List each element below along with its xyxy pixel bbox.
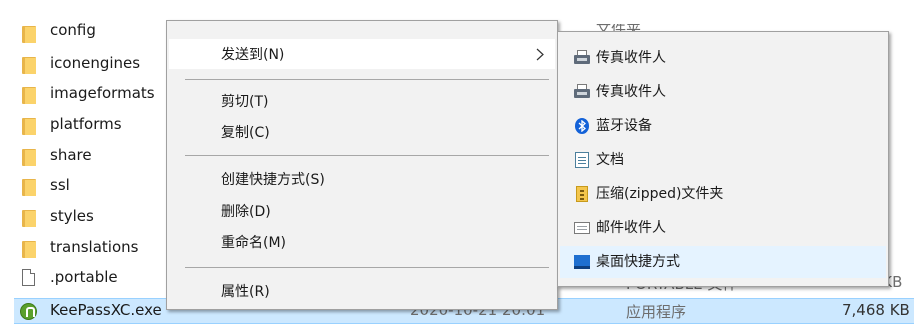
folder-icon	[22, 210, 36, 227]
menu-item-create-shortcut[interactable]: 创建快捷方式(S)	[169, 164, 555, 194]
fax-icon	[574, 50, 590, 66]
submenu-item-label: 压缩(zipped)文件夹	[596, 186, 724, 202]
fax-icon	[574, 84, 590, 100]
submenu-item-zip-folder[interactable]: 压缩(zipped)文件夹	[560, 178, 886, 209]
exe-size-text: 7,468 KB	[842, 301, 910, 319]
file-name: translations	[50, 238, 139, 256]
submenu-item-label: 传真收件人	[596, 50, 666, 66]
folder-icon	[22, 149, 36, 166]
context-menu: 发送到(N) 剪切(T) 复制(C) 创建快捷方式(S) 删除(D) 重命名(M…	[166, 20, 558, 310]
menu-item-label: 创建快捷方式(S)	[221, 172, 325, 188]
file-name: styles	[50, 207, 94, 225]
exe-type-text: 应用程序	[626, 303, 687, 321]
file-name: share	[50, 146, 92, 164]
menu-separator	[185, 79, 549, 80]
menu-item-rename[interactable]: 重命名(M)	[169, 227, 555, 257]
menu-item-cut[interactable]: 剪切(T)	[169, 86, 555, 116]
bluetooth-icon	[575, 118, 589, 134]
submenu-item-label: 邮件收件人	[596, 220, 666, 236]
file-name: KeePassXC.exe	[50, 301, 162, 319]
file-name: config	[50, 21, 96, 39]
submenu-item-mail-recipient[interactable]: 邮件收件人	[560, 212, 886, 243]
folder-icon	[22, 57, 36, 74]
menu-item-copy[interactable]: 复制(C)	[169, 117, 555, 147]
menu-separator	[185, 267, 549, 268]
submenu-item-label: 文档	[596, 152, 624, 168]
folder-icon	[22, 26, 36, 43]
chevron-right-icon	[536, 48, 544, 61]
keepassxc-app-icon	[20, 303, 37, 320]
submenu-item-label: 桌面快捷方式	[596, 254, 680, 270]
file-name: ssl	[50, 176, 70, 194]
menu-item-send-to[interactable]: 发送到(N)	[169, 39, 555, 69]
menu-item-label: 属性(R)	[221, 284, 270, 300]
submenu-item-fax-2[interactable]: 传真收件人	[560, 76, 886, 107]
documents-icon	[575, 152, 589, 168]
desktop-shortcut-icon	[574, 255, 590, 269]
folder-icon	[22, 87, 36, 104]
file-name: .portable	[50, 268, 118, 286]
menu-item-delete[interactable]: 删除(D)	[169, 196, 555, 226]
menu-item-properties[interactable]: 属性(R)	[169, 276, 555, 306]
submenu-item-label: 传真收件人	[596, 84, 666, 100]
menu-item-label: 发送到(N)	[221, 47, 285, 63]
submenu-item-label: 蓝牙设备	[596, 118, 652, 134]
submenu-item-documents[interactable]: 文档	[560, 144, 886, 175]
zip-folder-icon	[576, 186, 588, 202]
file-icon	[22, 269, 35, 286]
file-name: iconengines	[50, 54, 141, 72]
folder-icon	[22, 241, 36, 258]
submenu-item-bluetooth[interactable]: 蓝牙设备	[560, 110, 886, 141]
menu-item-label: 复制(C)	[221, 125, 270, 141]
menu-separator	[185, 155, 549, 156]
menu-item-label: 删除(D)	[221, 204, 271, 220]
submenu-item-desktop-shortcut[interactable]: 桌面快捷方式	[560, 246, 886, 278]
folder-icon	[22, 118, 36, 135]
folder-icon	[22, 179, 36, 196]
menu-item-label: 重命名(M)	[221, 235, 287, 251]
file-name: platforms	[50, 115, 122, 133]
send-to-submenu: 传真收件人 传真收件人 蓝牙设备 文档 压缩(zipped)文件夹 邮件收件人 …	[557, 31, 889, 287]
mail-recipient-icon	[574, 222, 590, 234]
file-name: imageformats	[50, 84, 155, 102]
menu-item-label: 剪切(T)	[221, 94, 269, 110]
submenu-item-fax-1[interactable]: 传真收件人	[560, 42, 886, 73]
